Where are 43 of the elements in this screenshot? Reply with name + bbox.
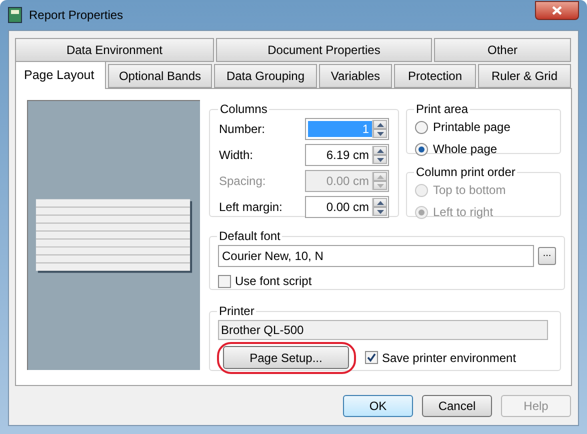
tab[interactable]: Other xyxy=(434,38,571,62)
group-title: Default font xyxy=(218,228,282,245)
close-icon xyxy=(552,6,562,15)
printer-field: Brother QL-500 xyxy=(218,320,548,340)
spin-field[interactable]: 0.00 cm xyxy=(305,196,389,218)
radio-icon xyxy=(415,120,428,134)
tab[interactable]: Data Environment xyxy=(15,38,214,62)
font-field[interactable]: Courier New, 10, N xyxy=(218,245,534,267)
radio-icon xyxy=(415,142,428,156)
window-title: Report Properties xyxy=(29,7,124,24)
dialog-button[interactable]: Cancel xyxy=(422,395,492,417)
spin-buttons[interactable] xyxy=(372,198,387,216)
radio-option[interactable]: Printable page xyxy=(415,118,552,136)
group-title: Column print order xyxy=(415,164,516,181)
spin-buttons[interactable] xyxy=(372,120,387,138)
tab[interactable]: Variables xyxy=(319,64,392,88)
dialog-button[interactable]: OK xyxy=(343,395,413,417)
field-label: Spacing: xyxy=(219,173,266,190)
tab[interactable]: Protection xyxy=(394,64,476,88)
field-label: Number: xyxy=(219,121,266,138)
checkbox[interactable]: Save printer environment xyxy=(365,350,516,366)
spin-field[interactable]: 6.19 cm xyxy=(305,144,389,166)
tab[interactable]: Ruler & Grid xyxy=(478,64,571,88)
spin-buttons[interactable] xyxy=(372,146,387,164)
tab[interactable]: Optional Bands xyxy=(108,64,212,88)
tab[interactable]: Document Properties xyxy=(216,38,432,62)
group-title: Columns xyxy=(219,101,268,118)
checkbox-icon xyxy=(365,351,378,364)
checkbox[interactable]: Use font script xyxy=(218,273,556,289)
group-title: Print area xyxy=(415,101,470,118)
tab[interactable]: Page Layout xyxy=(15,61,106,89)
field-label: Left margin: xyxy=(219,199,282,216)
field-label: Width: xyxy=(219,147,254,164)
checkbox-icon xyxy=(218,274,231,288)
close-button[interactable] xyxy=(535,1,579,20)
tab[interactable]: Data Grouping xyxy=(214,64,317,88)
app-icon xyxy=(8,7,22,23)
group-title: Printer xyxy=(218,303,256,320)
radio-option[interactable]: Whole page xyxy=(415,140,552,158)
page-setup-button[interactable]: Page Setup... xyxy=(223,346,349,369)
radio-icon xyxy=(415,206,428,218)
browse-button[interactable]: ... xyxy=(538,247,556,265)
radio-icon xyxy=(415,184,428,196)
